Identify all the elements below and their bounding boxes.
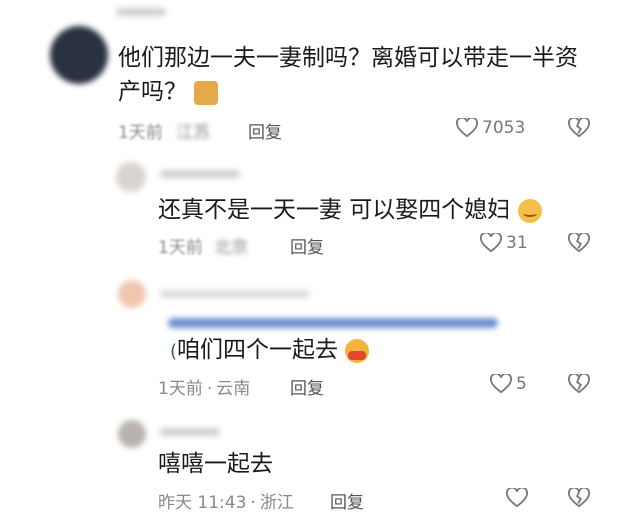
comment-meta: 1天前 北京 (158, 233, 248, 258)
comment-time: 1天前 (118, 123, 163, 143)
broken-heart-icon[interactable] (568, 488, 590, 508)
avatar[interactable] (50, 26, 108, 84)
like-count: 31 (506, 233, 528, 253)
heart-outline-icon (490, 374, 512, 394)
like-button[interactable]: 5 (490, 374, 527, 394)
avatar[interactable] (116, 162, 146, 192)
username-blurred (160, 290, 310, 298)
comment-text: (咱们四个一起去 (170, 332, 370, 370)
comment-location: 北京 (214, 238, 249, 258)
like-button[interactable]: 31 (480, 233, 528, 253)
heart-outline-icon (456, 118, 478, 138)
reply-button[interactable]: 回复 (330, 488, 364, 513)
comment-location: 浙江 (259, 493, 294, 513)
username-blurred (116, 8, 166, 16)
like-button[interactable]: 7053 (456, 118, 525, 138)
comment-location: 云南 (216, 379, 251, 399)
comment-time: 昨天 11:43 (158, 493, 247, 513)
broken-heart-icon[interactable] (568, 374, 590, 394)
reply-button[interactable]: 回复 (290, 233, 324, 258)
broken-heart-icon[interactable] (568, 118, 590, 138)
broken-heart-icon[interactable] (568, 233, 590, 253)
heart-outline-icon (506, 488, 528, 508)
comment-time: 1天前 (158, 238, 203, 258)
comment-time: 1天前 (158, 379, 203, 399)
shy-emoji-icon (517, 198, 542, 223)
like-count: 7053 (482, 118, 526, 138)
username-blurred (160, 170, 240, 178)
quoted-text-blurred (168, 318, 498, 328)
comment-meta: 1天前 · 云南 (158, 379, 251, 399)
reply-button[interactable]: 回复 (290, 374, 324, 399)
comment-text-line-2: 产吗？ (118, 74, 219, 110)
comment-meta: 昨天 11:43 · 浙江 (158, 493, 294, 513)
like-count: 5 (516, 374, 527, 394)
comment-meta: 1天前 江苏 (118, 118, 210, 143)
comment-text: 嘻嘻一起去 (158, 451, 273, 477)
avatar[interactable] (118, 420, 146, 448)
heart-outline-icon (480, 233, 502, 253)
comment-text: 还真不是一天一妻 可以娶四个媳妇 (158, 192, 542, 228)
cat-emoji-icon (194, 80, 219, 105)
laughing-emoji-icon (345, 338, 370, 363)
username-blurred (160, 428, 220, 436)
reply-button[interactable]: 回复 (248, 118, 282, 143)
comment-text-line-1: 他们那边一夫一妻制吗？离婚可以带走一半资 (118, 45, 578, 71)
avatar[interactable] (118, 280, 146, 308)
like-button[interactable] (506, 488, 532, 508)
comment-list: 他们那边一夫一妻制吗？离婚可以带走一半资 产吗？ 1天前 江苏 回复 7053 … (0, 0, 640, 531)
comment-location: 江苏 (176, 123, 211, 143)
